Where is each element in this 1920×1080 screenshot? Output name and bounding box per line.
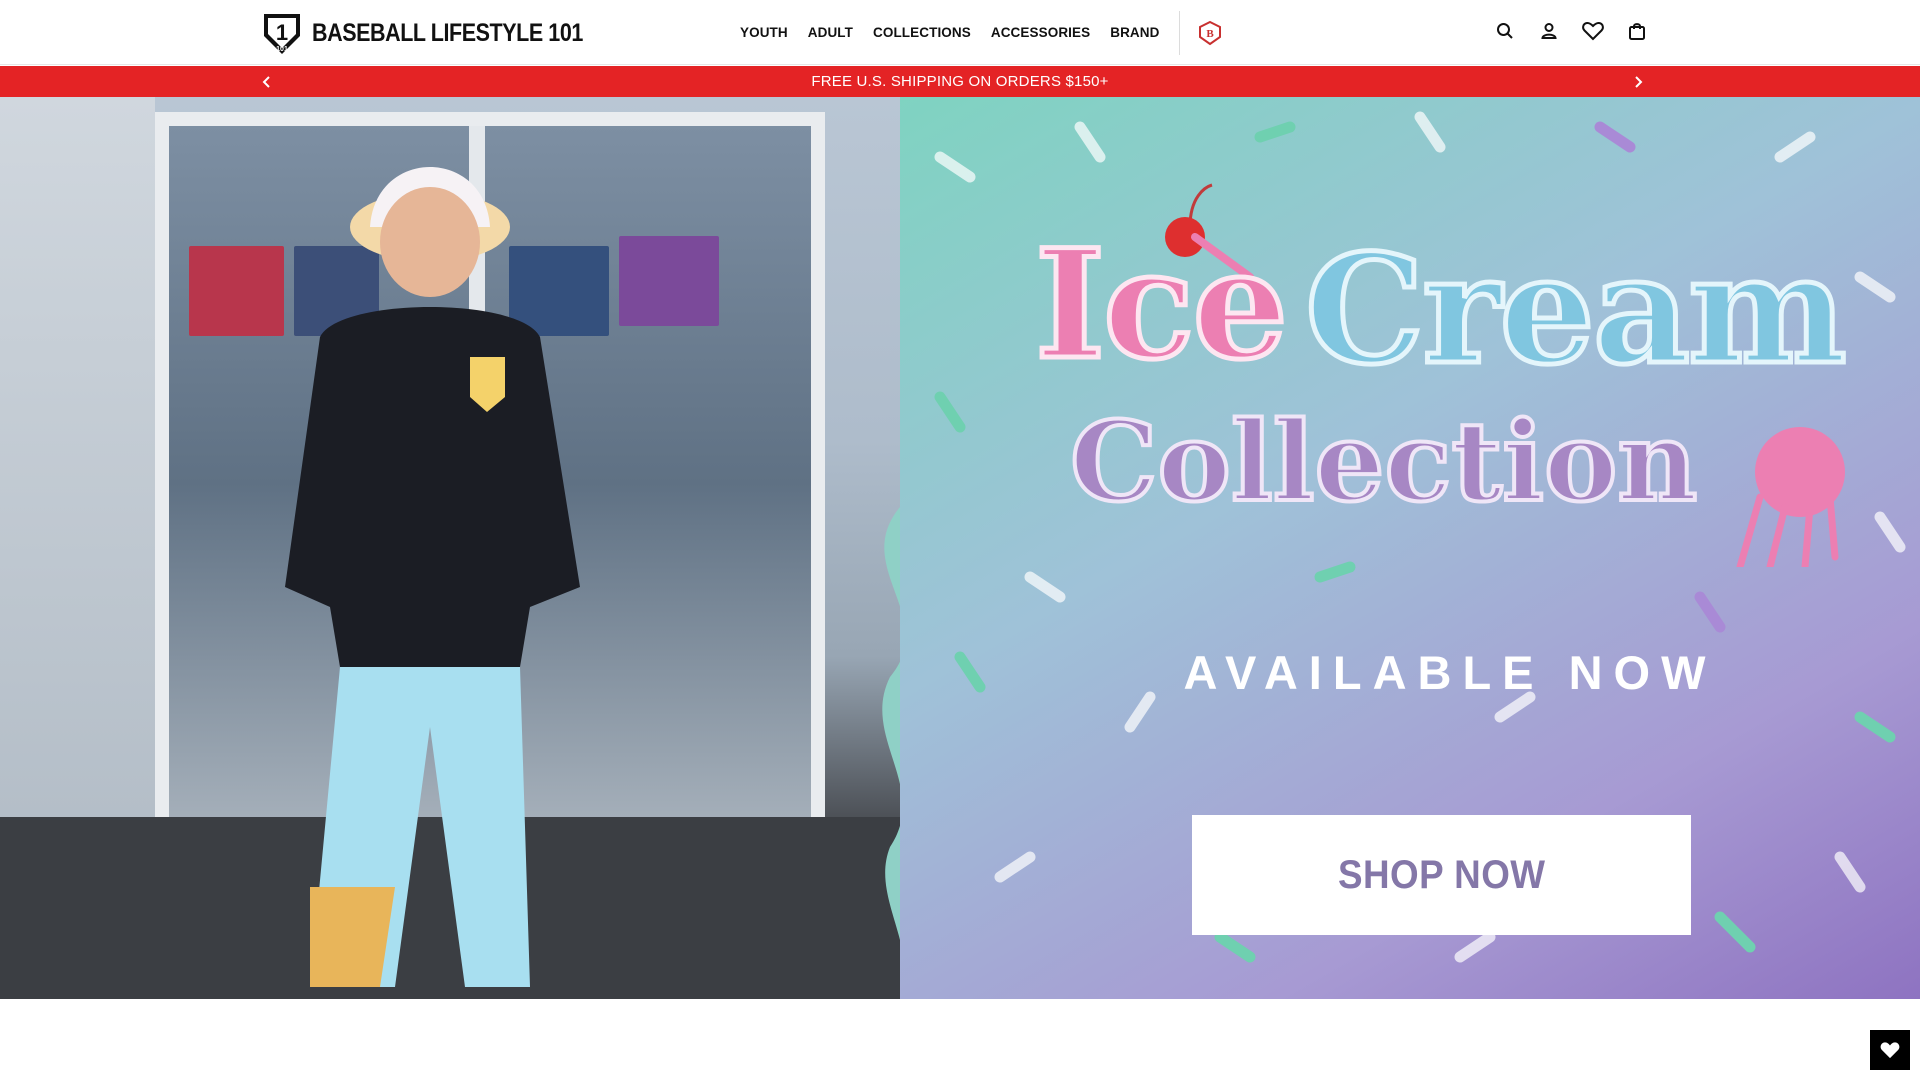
nav-divider [1179,10,1181,55]
svg-text:B: B [1207,28,1215,40]
nav-youth[interactable]: YOUTH [740,25,788,40]
nav-brand[interactable]: BRAND [1110,25,1159,40]
heart-icon [1880,1042,1900,1059]
svg-text:1: 1 [276,20,288,45]
announcement-text[interactable]: FREE U.S. SHIPPING ON ORDERS $150+ [811,73,1108,90]
logo-shield-icon: 1 101 [264,14,300,54]
hero-title-cream: Cream [1303,220,1850,401]
hero-banner[interactable]: Ice Cream Collection AVAILABLE NOW SHOP … [0,97,1920,999]
nav-adult[interactable]: ADULT [808,25,853,40]
logo-text: BASEBALL LIFESTYLE 101 [312,18,583,47]
shop-now-button[interactable]: SHOP NOW [1192,815,1691,935]
wishlist-heart-icon[interactable] [1582,20,1604,42]
svg-text:101: 101 [276,46,288,53]
site-logo[interactable]: 1 101 BASEBALL LIFESTYLE 101 [258,10,627,56]
shop-now-label: SHOP NOW [1337,852,1546,897]
cart-bag-icon[interactable] [1626,20,1648,42]
ice-cream-scoop-icon [1736,427,1845,567]
chevron-right-icon[interactable] [1623,66,1653,97]
chevron-left-icon[interactable] [252,66,282,97]
header-actions [1494,20,1648,42]
store-side-wall [0,97,155,847]
account-icon[interactable] [1538,20,1560,42]
nav-accessories[interactable]: ACCESSORIES [991,25,1090,40]
main-nav: YOUTH ADULT COLLECTIONS ACCESSORIES BRAN… [740,0,1224,65]
nav-collections[interactable]: COLLECTIONS [873,25,971,40]
hero-subtitle: AVAILABLE NOW [1183,646,1717,699]
hero-title-ice: Ice [1033,215,1291,396]
announcement-bar: FREE U.S. SHIPPING ON ORDERS $150+ [0,66,1920,97]
floating-wishlist-button[interactable] [1870,1030,1910,1070]
hero-title-collection: Collection [1068,395,1699,528]
site-header: 1 101 BASEBALL LIFESTYLE 101 YOUTH ADULT… [0,0,1920,65]
model-photo [285,167,580,987]
brand-emblem-icon[interactable]: B [1196,19,1224,47]
search-icon[interactable] [1494,20,1516,42]
